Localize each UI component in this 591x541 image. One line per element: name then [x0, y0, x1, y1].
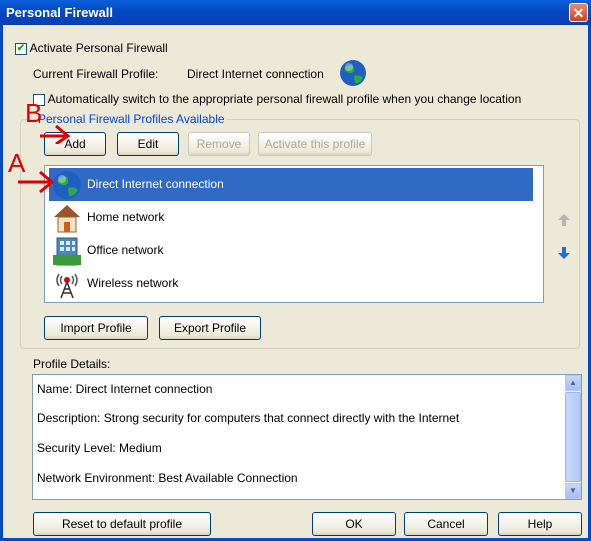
help-button[interactable]: Help — [498, 512, 582, 536]
close-icon[interactable]: ✕ — [569, 3, 588, 22]
list-item-label: Home network — [87, 210, 165, 224]
remove-button[interactable]: Remove — [188, 132, 250, 156]
list-item-label: Office network — [87, 243, 164, 257]
scroll-down-icon[interactable]: ▼ — [565, 483, 581, 499]
list-item-label: Direct Internet connection — [87, 177, 224, 191]
window-title: Personal Firewall — [6, 5, 113, 20]
current-profile-value: Direct Internet connection — [187, 67, 324, 81]
list-item-office[interactable]: Office network — [49, 234, 533, 267]
arrow-down-icon[interactable] — [556, 245, 572, 261]
list-item-home[interactable]: Home network — [49, 201, 533, 234]
activate-profile-button[interactable]: Activate this profile — [258, 132, 372, 156]
detail-name: Name: Direct Internet connection — [37, 382, 213, 396]
office-building-icon — [53, 237, 81, 266]
detail-security-level: Security Level: Medium — [37, 441, 162, 455]
list-item-label: Wireless network — [87, 276, 179, 290]
import-profile-button[interactable]: Import Profile — [44, 316, 148, 340]
arrow-right-icon — [40, 124, 71, 144]
activate-firewall-label: Activate Personal Firewall — [29, 41, 168, 55]
auto-switch-label: Automatically switch to the appropriate … — [47, 92, 522, 106]
profiles-list[interactable]: Direct Internet connection Home network … — [44, 165, 544, 303]
current-profile-label: Current Firewall Profile: — [33, 67, 159, 81]
detail-network-environment: Network Environment: Best Available Conn… — [37, 471, 298, 485]
activate-firewall-row[interactable]: ✔ Activate Personal Firewall — [15, 41, 168, 55]
export-profile-button[interactable]: Export Profile — [159, 316, 261, 340]
cancel-button[interactable]: Cancel — [404, 512, 488, 536]
arrow-right-icon — [18, 170, 55, 194]
list-item-direct[interactable]: Direct Internet connection — [49, 168, 533, 201]
wireless-tower-icon — [56, 273, 78, 299]
reset-default-button[interactable]: Reset to default profile — [33, 512, 211, 536]
list-item-wireless[interactable]: Wireless network — [49, 267, 533, 300]
arrow-up-icon[interactable] — [556, 212, 572, 228]
edit-button[interactable]: Edit — [117, 132, 179, 156]
scroll-thumb[interactable] — [565, 392, 581, 482]
ok-button[interactable]: OK — [312, 512, 396, 536]
activate-firewall-checkbox[interactable]: ✔ — [15, 42, 27, 55]
details-scrollbar[interactable]: ▲ ▼ — [565, 375, 581, 499]
profile-details-label: Profile Details: — [33, 357, 111, 371]
globe-icon — [340, 60, 366, 86]
detail-description: Description: Strong security for compute… — [37, 411, 460, 425]
title-bar: Personal Firewall ✕ — [0, 0, 591, 25]
house-icon — [54, 205, 80, 233]
scroll-up-icon[interactable]: ▲ — [565, 375, 581, 391]
auto-switch-row[interactable]: Automatically switch to the appropriate … — [33, 92, 521, 106]
profile-details-box[interactable]: Name: Direct Internet connection Descrip… — [32, 374, 582, 500]
